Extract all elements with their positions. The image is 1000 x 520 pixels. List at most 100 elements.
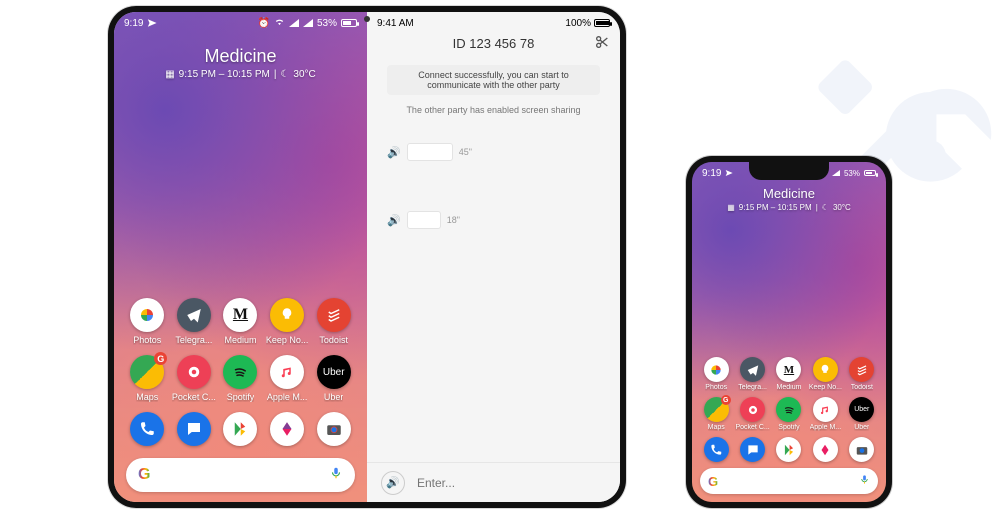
- signal-icon: [832, 170, 840, 176]
- widget-subtitle: ▦ 9:15 PM – 10:15 PM | ☾ 30°C: [692, 203, 886, 212]
- app-todoist[interactable]: Todoist: [310, 298, 357, 345]
- uber-icon: Uber: [317, 355, 351, 389]
- apple-music-icon: [813, 397, 838, 422]
- clock-widget[interactable]: Medicine ▦ 9:15 PM – 10:15 PM | ☾ 30°C: [692, 186, 886, 212]
- app-medium[interactable]: MMedium: [217, 298, 264, 345]
- paper-plane-icon: [725, 169, 733, 177]
- chat-body: Connect successfully, you can start to c…: [367, 59, 620, 462]
- photos-icon: [130, 298, 164, 332]
- right-status-bar: 9:41 AM 100%: [367, 12, 620, 34]
- telegram-icon: [740, 357, 765, 382]
- dock-gallery[interactable]: [264, 412, 311, 446]
- app-keep[interactable]: Keep No...: [264, 298, 311, 345]
- dock-play-store[interactable]: [771, 437, 807, 462]
- phone-icon: [130, 412, 164, 446]
- app-medium[interactable]: MMedium: [771, 357, 807, 391]
- play-store-icon: [223, 412, 257, 446]
- dock-camera[interactable]: [844, 437, 880, 462]
- mic-icon[interactable]: [859, 472, 870, 490]
- right-battery-pct: 100%: [565, 18, 591, 29]
- app-pocket[interactable]: Pocket C...: [734, 397, 770, 431]
- volume-icon: 🔊: [387, 146, 401, 159]
- dock-camera[interactable]: [310, 412, 357, 446]
- connect-banner: Connect successfully, you can start to c…: [387, 65, 600, 95]
- dock-phone[interactable]: [698, 437, 734, 462]
- session-id: ID 123 456 78: [453, 36, 535, 51]
- google-search-bar[interactable]: G: [700, 468, 878, 494]
- scissors-icon[interactable]: [594, 34, 610, 53]
- widget-title: Medicine: [114, 46, 367, 67]
- voice-message-2[interactable]: 🔊 18": [387, 211, 600, 229]
- gallery-icon: [813, 437, 838, 462]
- voice-message-1[interactable]: 🔊 45": [387, 143, 600, 161]
- widget-subtitle: ▦ 9:15 PM – 10:15 PM | ☾ 30°C: [114, 69, 367, 80]
- medium-icon: M: [776, 357, 801, 382]
- google-search-bar[interactable]: G: [126, 458, 355, 492]
- messages-icon: [740, 437, 765, 462]
- app-spotify[interactable]: Spotify: [771, 397, 807, 431]
- uber-icon: Uber: [849, 397, 874, 422]
- signal-icon-2: [303, 19, 313, 27]
- google-g-icon: G: [138, 466, 150, 484]
- battery-icon: [341, 19, 357, 27]
- app-telegram[interactable]: Telegra...: [171, 298, 218, 345]
- play-store-icon: [776, 437, 801, 462]
- chat-input-bar: 🔊: [367, 462, 620, 502]
- app-keep[interactable]: Keep No...: [807, 357, 843, 391]
- app-apple-music[interactable]: Apple M...: [807, 397, 843, 431]
- app-spotify[interactable]: Spotify: [217, 355, 264, 402]
- tablet-left-screen: 9:19 ⏰ 53%: [114, 12, 367, 502]
- voice-input-button[interactable]: 🔊: [381, 471, 405, 495]
- widget-temp: 30°C: [293, 69, 315, 80]
- app-photos[interactable]: Photos: [124, 298, 171, 345]
- wifi-icon: [274, 16, 285, 30]
- app-uber[interactable]: UberUber: [310, 355, 357, 402]
- app-pocket[interactable]: Pocket C...: [171, 355, 218, 402]
- apple-music-icon: [270, 355, 304, 389]
- dock-messages[interactable]: [171, 412, 218, 446]
- pocket-icon: [177, 355, 211, 389]
- spotify-icon: [223, 355, 257, 389]
- paper-plane-icon: [147, 18, 157, 28]
- gallery-icon: [270, 412, 304, 446]
- app-uber[interactable]: UberUber: [844, 397, 880, 431]
- keep-icon: [270, 298, 304, 332]
- app-maps[interactable]: GMaps: [698, 397, 734, 431]
- screen-share-note: The other party has enabled screen shari…: [387, 105, 600, 115]
- app-icon-grid: Photos Telegra... MMedium Keep No... Tod…: [692, 357, 886, 462]
- status-bar: 9:19 ⏰ 53%: [114, 12, 367, 34]
- app-telegram[interactable]: Telegra...: [734, 357, 770, 391]
- widget-time: 9:15 PM – 10:15 PM: [179, 69, 270, 80]
- chat-text-input[interactable]: [415, 475, 606, 491]
- app-photos[interactable]: Photos: [698, 357, 734, 391]
- app-maps[interactable]: GMaps: [124, 355, 171, 402]
- app-apple-music[interactable]: Apple M...: [264, 355, 311, 402]
- status-time: 9:19: [702, 168, 721, 179]
- dock-messages[interactable]: [734, 437, 770, 462]
- app-todoist[interactable]: Todoist: [844, 357, 880, 391]
- spotify-icon: [776, 397, 801, 422]
- todoist-icon: [317, 298, 351, 332]
- voice-duration: 18": [447, 215, 460, 225]
- camera-icon: [849, 437, 874, 462]
- dock-play-store[interactable]: [217, 412, 264, 446]
- phone-device: 9:19 53% Medicine ▦ 9:15 PM – 10:15 PM |…: [686, 156, 892, 508]
- calendar-icon: ▦: [165, 69, 174, 80]
- session-title-bar: ID 123 456 78: [367, 34, 620, 59]
- voice-bubble: [407, 211, 441, 229]
- alarm-icon: ⏰: [258, 18, 270, 29]
- maps-icon: G: [130, 355, 164, 389]
- status-time: 9:19: [124, 18, 143, 29]
- dock-gallery[interactable]: [807, 437, 843, 462]
- moon-icon: ☾: [280, 69, 289, 80]
- widget-title: Medicine: [692, 186, 886, 201]
- clock-widget[interactable]: Medicine ▦ 9:15 PM – 10:15 PM | ☾ 30°C: [114, 46, 367, 80]
- phone-icon: [704, 437, 729, 462]
- google-g-icon: G: [708, 474, 718, 489]
- volume-icon: 🔊: [387, 214, 401, 227]
- dock-phone[interactable]: [124, 412, 171, 446]
- battery-pct: 53%: [317, 18, 337, 29]
- mic-icon[interactable]: [329, 466, 343, 485]
- battery-pct: 53%: [844, 169, 860, 178]
- voice-bubble: [407, 143, 453, 161]
